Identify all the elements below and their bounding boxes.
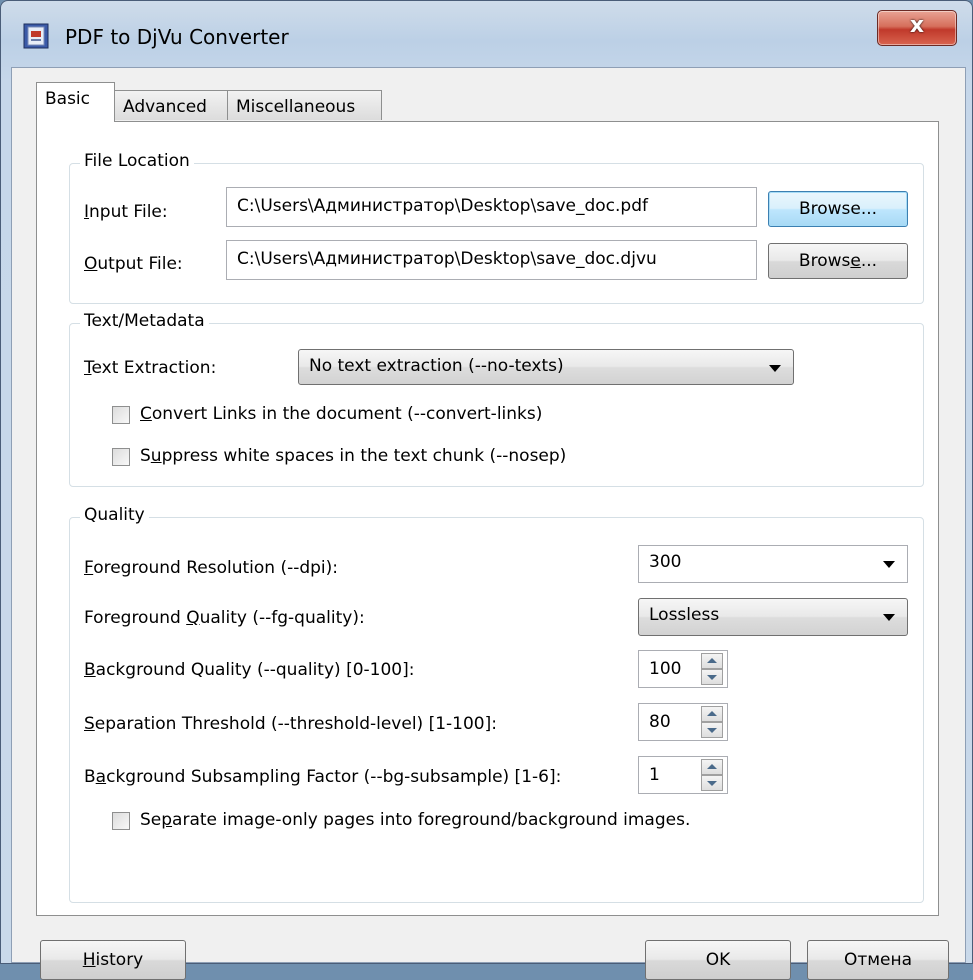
bg-subsample-label: Background Subsampling Factor (--bg-subs… xyxy=(84,767,562,787)
sep-threshold-spinner[interactable]: 80 xyxy=(638,703,728,741)
close-icon: x xyxy=(909,13,925,38)
bg-subsample-spinner[interactable]: 1 xyxy=(638,756,728,794)
arrow-up-icon xyxy=(707,711,717,716)
fg-quality-value: Lossless xyxy=(649,605,720,625)
fg-resolution-value: 300 xyxy=(649,552,682,572)
tab-miscellaneous[interactable]: Miscellaneous xyxy=(227,90,382,120)
output-file-label: Output File: xyxy=(84,254,183,274)
arrow-up-icon xyxy=(707,764,717,769)
basic-tab-panel: File Location Input File: C:\Users\Админ… xyxy=(36,121,939,916)
chevron-down-icon xyxy=(883,614,895,621)
fg-resolution-label: Foreground Resolution (--dpi): xyxy=(84,558,339,578)
text-metadata-title: Text/Metadata xyxy=(80,311,209,331)
close-button[interactable]: x xyxy=(877,10,957,46)
bg-quality-value: 100 xyxy=(649,659,682,679)
tab-basic[interactable]: Basic xyxy=(36,82,115,122)
title-bar[interactable]: PDF to DjVu Converter x xyxy=(1,1,973,65)
fg-quality-dropdown[interactable]: Lossless xyxy=(638,598,908,636)
convert-links-label[interactable]: Convert Links in the document (--convert… xyxy=(140,404,542,424)
arrow-down-icon xyxy=(707,675,717,680)
spin-up-button[interactable] xyxy=(701,706,723,722)
suppress-spaces-checkbox[interactable] xyxy=(112,448,130,466)
arrow-down-icon xyxy=(707,728,717,733)
text-extraction-value: No text extraction (--no-texts) xyxy=(309,356,564,376)
history-button[interactable]: History xyxy=(40,940,186,980)
separate-pages-label[interactable]: Separate image-only pages into foregroun… xyxy=(140,810,690,830)
spin-down-button[interactable] xyxy=(701,722,723,738)
arrow-down-icon xyxy=(707,781,717,786)
text-metadata-group: Text/Metadata Text Extraction: No text e… xyxy=(69,311,924,487)
cancel-button[interactable]: Отмена xyxy=(807,940,949,980)
bg-quality-label: Background Quality (--quality) [0-100]: xyxy=(84,660,415,680)
quality-title: Quality xyxy=(80,505,149,525)
output-file-field[interactable]: C:\Users\Администратор\Desktop\save_doc.… xyxy=(226,240,757,280)
spin-down-button[interactable] xyxy=(701,669,723,685)
arrow-up-icon xyxy=(707,658,717,663)
quality-group: Quality Foreground Resolution (--dpi): 3… xyxy=(69,505,924,903)
dialog-body: Basic Advanced Miscellaneous File Locati… xyxy=(11,67,966,980)
input-file-label: Input File: xyxy=(84,202,168,222)
sep-threshold-value: 80 xyxy=(649,712,671,732)
convert-links-checkbox[interactable] xyxy=(112,406,130,424)
sep-threshold-label: Separation Threshold (--threshold-level)… xyxy=(84,714,497,734)
ok-button[interactable]: OK xyxy=(645,940,791,980)
spin-up-button[interactable] xyxy=(701,653,723,669)
text-extraction-dropdown[interactable]: No text extraction (--no-texts) xyxy=(298,349,794,385)
converter-window: PDF to DjVu Converter x Basic Advanced M… xyxy=(0,0,973,980)
output-browse-button[interactable]: Browse... xyxy=(768,243,908,279)
chevron-down-icon xyxy=(769,365,781,372)
window-title: PDF to DjVu Converter xyxy=(65,25,289,49)
bg-quality-spinner[interactable]: 100 xyxy=(638,650,728,688)
tab-advanced[interactable]: Advanced xyxy=(114,90,228,120)
separate-pages-checkbox[interactable] xyxy=(112,812,130,830)
input-file-field[interactable]: C:\Users\Администратор\Desktop\save_doc.… xyxy=(226,187,757,227)
text-extraction-label: Text Extraction: xyxy=(84,358,217,378)
fg-resolution-dropdown[interactable]: 300 xyxy=(638,545,908,583)
chevron-down-icon xyxy=(883,561,895,568)
fg-quality-label: Foreground Quality (--fg-quality): xyxy=(84,608,365,628)
file-location-group: File Location Input File: C:\Users\Админ… xyxy=(69,151,924,304)
spin-down-button[interactable] xyxy=(701,775,723,791)
file-location-title: File Location xyxy=(80,151,194,171)
input-browse-button[interactable]: Browse... xyxy=(768,191,908,227)
spin-up-button[interactable] xyxy=(701,759,723,775)
app-icon xyxy=(23,23,49,49)
suppress-spaces-label[interactable]: Suppress white spaces in the text chunk … xyxy=(140,446,566,466)
bg-subsample-value: 1 xyxy=(649,765,660,785)
